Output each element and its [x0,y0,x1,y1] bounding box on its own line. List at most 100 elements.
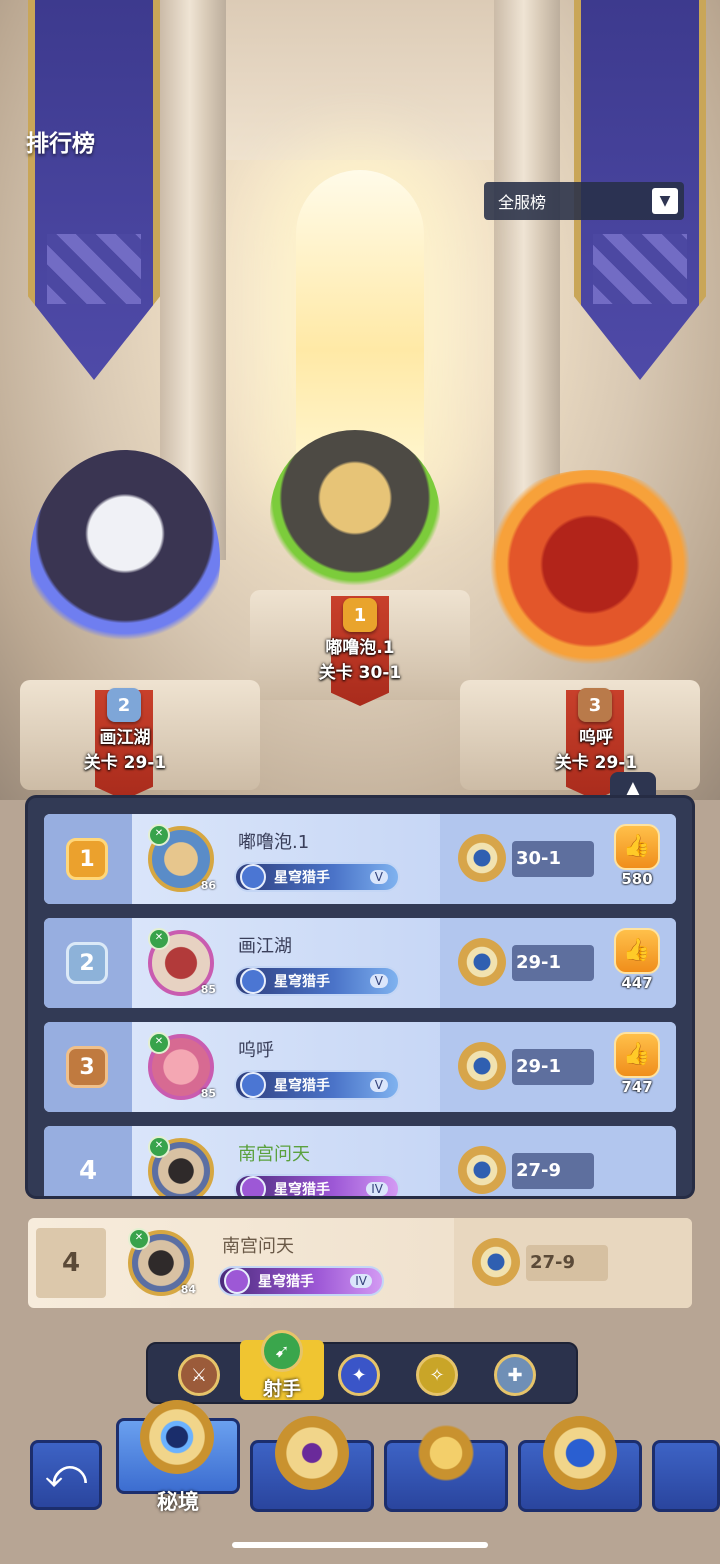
title-badge: 星穹猎手 V [234,1070,400,1100]
avatar[interactable]: ✕ [148,1136,214,1196]
title-tier: IV [366,1182,388,1196]
avatar[interactable]: ✕ 85 [148,1032,216,1100]
title-badge: 星穹猎手 IV [218,1266,384,1296]
rank-3-badge: 3 [578,688,612,722]
table-row[interactable]: 3 ✕ 85 呜呼 星穹猎手 V 29-1 👍 747 [44,1022,676,1112]
player-level: 84 [180,1283,196,1296]
podium-1-name: 嘟噜泡.1 [325,638,395,658]
gold-medal-icon: 1 [66,838,108,880]
title-tier: V [369,974,388,988]
class-active-label: 射手 [262,1378,301,1400]
rank-cell: 1 [44,814,132,904]
support-class-icon[interactable]: ✚ [494,1354,536,1396]
class-filter-bar: ⚔ ➹ 射手 ✦ ✧ ✚ [146,1330,578,1404]
title-name: 星穹猎手 [274,1182,330,1196]
thumbs-up-icon[interactable]: 👍 [614,824,660,870]
archer-class-icon: ✕ [148,1032,170,1054]
rank-number: 4 [61,1248,81,1278]
podium-2-stage: 关卡 29-1 [83,753,167,773]
stage-cell: 29-1 👍 747 [440,1022,676,1112]
player-name: 南宫问天 [222,1236,294,1257]
rank-cell: 2 [44,918,132,1008]
stage-emblem-icon [458,834,506,882]
hero-rank3-portrait[interactable] [470,470,710,680]
server-filter-label: 全服榜 [498,193,547,212]
stage-cell: 29-1 👍 447 [440,918,676,1008]
thumbs-up-icon[interactable]: 👍 [614,928,660,974]
hero-rank2-portrait[interactable] [30,450,220,670]
arena-background: 1 嘟噜泡.1 关卡 30-1 2 画江湖 关卡 29-1 3 呜呼 关卡 29… [0,0,720,800]
stage-value: 29-1 [512,945,594,981]
title-name: 星穹猎手 [258,1274,314,1290]
podium-1-stage: 关卡 30-1 [318,663,402,683]
warrior-class-icon[interactable]: ⚔ [178,1354,220,1396]
rank-cell: 4 [36,1228,106,1298]
crown-emblem-icon [409,1416,483,1490]
archer-class-icon: ✕ [128,1228,150,1250]
stage-emblem-icon [458,1042,506,1090]
archer-class-icon: ✕ [148,824,170,846]
rank-1-badge: 1 [343,598,377,632]
bronze-medal-icon: 3 [66,1046,108,1088]
star-emblem-icon [543,1416,617,1490]
like-count: 580 [621,870,653,888]
crest-icon [240,968,266,994]
rank-cell: 4 [44,1126,132,1196]
ranking-list[interactable]: 1 ✕ 86 嘟噜泡.1 星穹猎手 V 30-1 👍 580 2 ✕ 85 画江… [28,798,692,1196]
back-button[interactable]: ⤺ [30,1440,102,1510]
player-name: 画江湖 [238,936,292,957]
stage-value: 29-1 [512,1049,594,1085]
table-row[interactable]: 1 ✕ 86 嘟噜泡.1 星穹猎手 V 30-1 👍 580 [44,814,676,904]
mage-class-icon[interactable]: ✦ [338,1354,380,1396]
title-name: 星穹猎手 [274,1078,330,1094]
stage-emblem-icon [458,938,506,986]
title-tier: V [369,1078,388,1092]
podium-1-text: 嘟噜泡.1 关卡 30-1 [280,636,440,686]
home-indicator[interactable] [232,1542,488,1548]
crest-icon [224,1268,250,1294]
title-name: 星穹猎手 [274,870,330,886]
title-badge: 星穹猎手 V [234,966,400,996]
podium-3-text: 呜呼 关卡 29-1 [516,726,676,776]
stage-emblem-icon [458,1146,506,1194]
player-level: 86 [200,879,216,892]
hero-rank1-portrait[interactable] [270,430,440,600]
stage-cell: 27-9 [440,1126,676,1196]
crest-icon [240,1072,266,1098]
title-tier: V [369,870,388,884]
podium-3-name: 呜呼 [579,728,613,748]
podium-2-name: 画江湖 [99,728,151,748]
tab-5[interactable] [652,1440,720,1512]
stage-value: 30-1 [512,841,594,877]
assassin-class-icon[interactable]: ✧ [416,1354,458,1396]
stage-emblem-icon [472,1238,520,1286]
player-level: 85 [200,1087,216,1100]
thumbs-up-icon[interactable]: 👍 [614,1032,660,1078]
player-name: 南宫问天 [238,1144,310,1165]
title-tier: IV [350,1274,372,1288]
server-filter-dropdown[interactable]: 全服榜 ▼ [484,182,684,220]
rank-cell: 3 [44,1022,132,1112]
rank-number: 4 [78,1156,98,1186]
purple-gem-emblem-icon [275,1416,349,1490]
table-row[interactable]: 4 ✕ 南宫问天 星穹猎手 IV 27-9 [44,1126,676,1196]
secret-realm-emblem-icon [140,1400,214,1474]
crest-icon [240,864,266,890]
chevron-down-icon: ▼ [652,188,678,214]
title-badge: 星穹猎手 IV [234,1174,400,1196]
avatar[interactable]: ✕ 85 [148,928,216,996]
player-name: 嘟噜泡.1 [238,832,310,853]
page-title: 排行榜 [26,131,95,157]
avatar[interactable]: ✕ 86 [148,824,216,892]
table-row[interactable]: 2 ✕ 85 画江湖 星穹猎手 V 29-1 👍 447 [44,918,676,1008]
like-count: 747 [621,1078,653,1096]
tab-secret-realm-label: 秘境 [157,1490,199,1514]
archer-class-icon[interactable]: ➹ [261,1330,303,1372]
podium-2-text: 画江湖 关卡 29-1 [45,726,205,776]
my-rank-row[interactable]: 4 ✕ 84 南宫问天 星穹猎手 IV 27-9 [28,1218,692,1308]
rank-2-badge: 2 [107,688,141,722]
player-level: 85 [200,983,216,996]
avatar[interactable]: ✕ 84 [128,1228,196,1296]
player-name: 呜呼 [238,1040,274,1061]
silver-medal-icon: 2 [66,942,108,984]
